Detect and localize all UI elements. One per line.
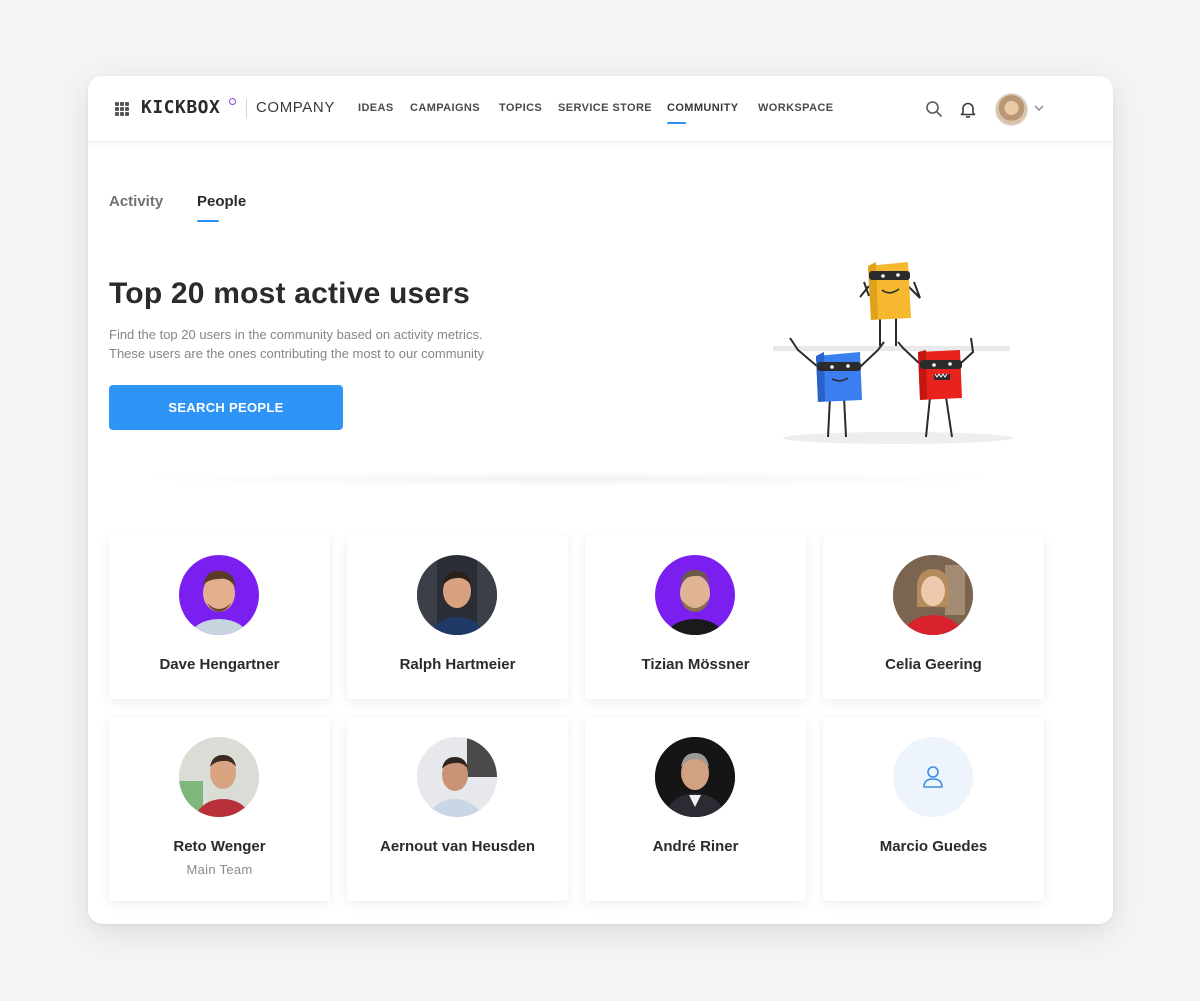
bell-icon[interactable] bbox=[959, 100, 977, 118]
active-nav-indicator bbox=[667, 122, 686, 124]
search-icon[interactable] bbox=[925, 100, 943, 118]
person-name: Aernout van Heusden bbox=[379, 838, 536, 855]
person-avatar bbox=[893, 555, 973, 635]
section-divider bbox=[128, 471, 1008, 487]
person-avatar-placeholder bbox=[893, 737, 973, 817]
grid-icon[interactable] bbox=[115, 102, 129, 116]
person-card[interactable]: Marcio Guedes bbox=[823, 717, 1044, 901]
person-card[interactable]: Aernout van Heusden bbox=[347, 717, 568, 901]
person-name: Marcio Guedes bbox=[879, 838, 988, 855]
person-avatar bbox=[417, 555, 497, 635]
kickbox-logo[interactable]: KICKBOX bbox=[141, 97, 220, 118]
person-card[interactable]: Tizian Mössner bbox=[585, 535, 806, 699]
logo-divider bbox=[246, 99, 247, 119]
description-line-2: These users are the ones contributing th… bbox=[109, 346, 485, 361]
user-avatar[interactable] bbox=[995, 93, 1028, 126]
person-name: André Riner bbox=[652, 838, 739, 855]
nav-item-service-store[interactable]: SERVICE STORE bbox=[558, 102, 652, 114]
person-team: Main Team bbox=[186, 862, 253, 877]
description-line-1: Find the top 20 users in the community b… bbox=[109, 327, 483, 342]
search-people-button[interactable]: SEARCH PEOPLE bbox=[109, 385, 343, 430]
page-title: Top 20 most active users bbox=[109, 277, 471, 310]
page-description: Find the top 20 users in the community b… bbox=[109, 325, 569, 363]
tab-activity[interactable]: Activity bbox=[109, 193, 163, 210]
nav-item-community[interactable]: COMMUNITY bbox=[667, 102, 738, 114]
person-avatar bbox=[655, 737, 735, 817]
person-name: Ralph Hartmeier bbox=[399, 656, 516, 673]
person-card[interactable]: Celia Geering bbox=[823, 535, 1044, 699]
person-avatar bbox=[179, 737, 259, 817]
mascots-illustration bbox=[773, 262, 1013, 444]
nav-item-topics[interactable]: TOPICS bbox=[499, 102, 542, 114]
person-avatar bbox=[655, 555, 735, 635]
company-name: COMPANY bbox=[256, 99, 335, 116]
user-icon bbox=[923, 766, 943, 788]
person-avatar bbox=[179, 555, 259, 635]
nav-item-campaigns[interactable]: CAMPAIGNS bbox=[410, 102, 480, 114]
person-card[interactable]: Dave Hengartner bbox=[109, 535, 330, 699]
person-name: Reto Wenger bbox=[173, 838, 266, 855]
person-name: Dave Hengartner bbox=[159, 656, 280, 673]
person-avatar bbox=[417, 737, 497, 817]
registered-mark-icon bbox=[229, 98, 236, 105]
app-window: KICKBOX COMPANY IDEAS CAMPAIGNS TOPICS S… bbox=[88, 76, 1113, 924]
person-name: Tizian Mössner bbox=[641, 656, 750, 673]
active-tab-indicator bbox=[197, 220, 219, 222]
person-name: Celia Geering bbox=[885, 656, 982, 673]
nav-item-workspace[interactable]: WORKSPACE bbox=[758, 102, 834, 114]
person-card[interactable]: André Riner bbox=[585, 717, 806, 901]
top-navigation-bar: KICKBOX COMPANY IDEAS CAMPAIGNS TOPICS S… bbox=[88, 76, 1113, 142]
nav-item-ideas[interactable]: IDEAS bbox=[358, 102, 394, 114]
chevron-down-icon[interactable] bbox=[1033, 102, 1045, 114]
person-card[interactable]: Reto Wenger Main Team bbox=[109, 717, 330, 901]
person-card[interactable]: Ralph Hartmeier bbox=[347, 535, 568, 699]
tab-people[interactable]: People bbox=[197, 193, 246, 210]
